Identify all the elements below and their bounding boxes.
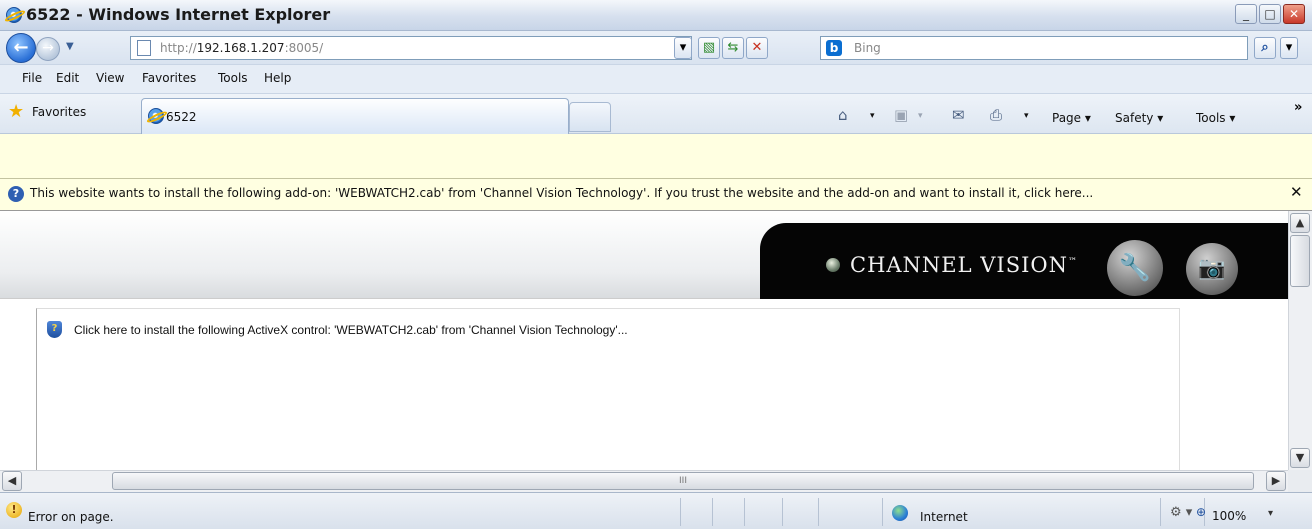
protected-mode-icon[interactable]: ⚙ ▾ — [1170, 505, 1192, 520]
tools-menu-button[interactable]: Tools ▾ — [1196, 111, 1235, 125]
address-host: 192.168.1.207 — [196, 41, 285, 55]
ie-logo-icon — [3, 7, 27, 24]
maximize-button[interactable]: □ — [1259, 4, 1281, 24]
status-divider — [818, 498, 819, 526]
wrench-icon[interactable]: 🔧 — [1107, 240, 1163, 296]
print-icon[interactable]: ⎙ — [990, 106, 1002, 124]
refresh-icon[interactable]: ⇆ — [722, 37, 744, 59]
brand-text: CHANNEL VISION — [850, 253, 1068, 277]
brand-tm: ™ — [1067, 257, 1078, 267]
address-prefix: http:// — [160, 41, 197, 55]
internet-zone-icon — [892, 505, 908, 521]
new-tab-button[interactable] — [569, 102, 611, 132]
page-menu-button[interactable]: Page ▾ — [1052, 111, 1091, 125]
safety-menu-button[interactable]: Safety ▾ — [1115, 111, 1163, 125]
compatibility-view-icon[interactable]: ▧ — [698, 37, 720, 59]
status-text[interactable]: Error on page. — [28, 510, 114, 524]
menu-tools[interactable]: Tools — [218, 71, 248, 85]
scroll-corner — [1288, 470, 1312, 492]
home-icon[interactable]: ⌂ — [838, 106, 848, 124]
search-icon[interactable]: ⌕ — [1254, 37, 1276, 59]
tab-6522[interactable] — [141, 98, 569, 134]
status-divider — [882, 498, 883, 526]
print-dropdown-icon[interactable]: ▾ — [1024, 111, 1029, 121]
home-dropdown-icon[interactable]: ▾ — [870, 111, 875, 121]
status-divider — [712, 498, 713, 526]
brand-name: CHANNEL VISION™ — [850, 253, 1078, 277]
tab-ie-icon — [145, 108, 169, 125]
search-placeholder: Bing — [854, 41, 881, 55]
menu-bar — [0, 64, 1312, 94]
menu-view[interactable]: View — [96, 71, 124, 85]
status-divider — [782, 498, 783, 526]
stop-icon[interactable]: ✕ — [746, 37, 768, 59]
horizontal-scroll-thumb[interactable]: III — [112, 472, 1254, 490]
bing-icon: b — [826, 40, 842, 56]
infobar-message[interactable]: This website wants to install the follow… — [30, 186, 1093, 200]
status-divider — [680, 498, 681, 526]
scroll-left-button[interactable]: ◀ — [2, 471, 22, 491]
status-bar — [0, 492, 1312, 529]
page-icon — [137, 40, 151, 56]
zoom-level[interactable]: 100% — [1212, 509, 1246, 523]
toolbar-chevron-icon[interactable]: » — [1294, 100, 1302, 115]
status-divider — [744, 498, 745, 526]
infobar-close-icon[interactable]: ✕ — [1290, 183, 1303, 201]
feeds-icon[interactable]: ▣ — [894, 106, 908, 124]
security-zone-label[interactable]: Internet — [920, 510, 968, 524]
feeds-dropdown-icon[interactable]: ▾ — [918, 111, 923, 121]
close-window-button[interactable]: ✕ — [1283, 4, 1305, 24]
error-warning-icon[interactable]: ! — [6, 502, 22, 518]
menu-file[interactable]: File — [22, 71, 42, 85]
window-title: 6522 - Windows Internet Explorer — [26, 5, 331, 24]
search-input[interactable] — [820, 36, 1248, 60]
search-options-icon[interactable]: ▾ — [1280, 37, 1298, 59]
favorites-button[interactable]: Favorites — [32, 105, 86, 119]
menu-favorites[interactable]: Favorites — [142, 71, 196, 85]
menu-help[interactable]: Help — [264, 71, 291, 85]
back-button[interactable]: ← — [6, 33, 36, 63]
recent-pages-dropdown-icon[interactable]: ▼ — [66, 41, 74, 52]
brand-logo-icon — [826, 258, 840, 272]
status-divider — [1160, 498, 1161, 526]
zoom-dropdown-icon[interactable]: ▾ — [1268, 508, 1273, 519]
vertical-scroll-thumb[interactable] — [1290, 235, 1310, 287]
scroll-up-button[interactable]: ▲ — [1290, 213, 1310, 233]
shield-icon: ? — [47, 321, 62, 338]
mail-icon[interactable]: ✉ — [952, 106, 965, 124]
info-icon: ? — [8, 186, 24, 202]
activex-install-link[interactable]: Click here to install the following Acti… — [74, 323, 628, 337]
scroll-right-button[interactable]: ▶ — [1266, 471, 1286, 491]
tab-label: 6522 — [166, 110, 197, 124]
camera-icon[interactable]: 📷 — [1186, 243, 1238, 295]
address-url[interactable]: http://192.168.1.207:8005/ — [160, 41, 323, 55]
favorites-star-icon: ★ — [8, 101, 25, 122]
minimize-button[interactable]: _ — [1235, 4, 1257, 24]
address-dropdown-icon[interactable]: ▾ — [674, 37, 692, 59]
forward-button[interactable]: → — [36, 37, 60, 61]
zoom-icon: ⊕ — [1196, 505, 1207, 519]
scroll-down-button[interactable]: ▼ — [1290, 448, 1310, 468]
address-port: :8005/ — [284, 41, 324, 55]
menu-edit[interactable]: Edit — [56, 71, 79, 85]
